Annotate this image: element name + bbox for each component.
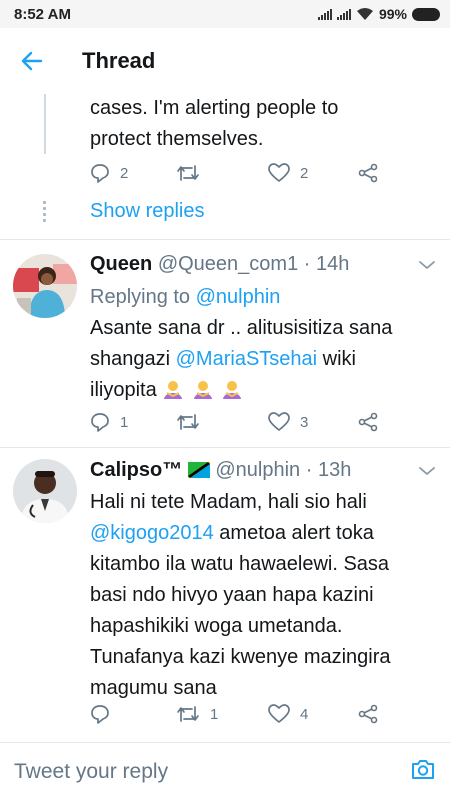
retweet-button[interactable]: 1 [176, 704, 218, 724]
reply-button[interactable]: 2 [90, 163, 128, 183]
tweet-text: Hali ni tete Madam, hali sio hali @kigog… [90, 487, 440, 704]
reply-bar [0, 742, 450, 800]
tweet-line: Tunafanya kazi kwenye mazingira [90, 646, 391, 668]
tweet-actions: 1 4 [90, 704, 390, 730]
wifi-icon [356, 8, 373, 20]
reply-input[interactable] [14, 759, 410, 784]
share-button[interactable] [358, 163, 378, 183]
tweet-line: protect themselves. [90, 128, 264, 150]
tweet-line: Hali ni tete Madam, hali sio hali [90, 491, 367, 513]
reply-icon [91, 705, 109, 724]
battery-text: 99% [378, 6, 407, 22]
tweet-time: · 13h [305, 459, 352, 481]
replying-mention[interactable]: @nulphin [196, 286, 281, 308]
tanzania-flag-icon [186, 461, 211, 479]
tweet-text-part: shangazi [90, 348, 176, 370]
user-handle[interactable]: @nulphin [215, 459, 300, 481]
retweet-count: 1 [210, 705, 219, 723]
avatar[interactable] [13, 459, 77, 523]
share-icon [358, 704, 378, 724]
camera-button[interactable] [410, 757, 436, 786]
tweet-menu-button[interactable] [418, 258, 436, 276]
retweet-button[interactable] [176, 163, 210, 183]
retweet-icon [177, 414, 199, 430]
share-button[interactable] [358, 704, 378, 724]
tweet-line: cases. I'm alerting people to [90, 97, 339, 119]
page-title: Thread [82, 48, 156, 73]
retweet-button[interactable] [176, 412, 210, 432]
display-name[interactable]: Calipso™ [90, 459, 182, 481]
divider [0, 447, 450, 448]
replying-to: Replying to @nulphin [90, 286, 280, 309]
signal-icon [317, 8, 332, 20]
tweet-line: basi ndo hivyo yaan hapa kazini [90, 584, 374, 606]
like-button[interactable]: 3 [268, 412, 308, 432]
heart-icon [268, 412, 290, 431]
emoji-icon [164, 381, 183, 399]
tweet-line: iliyopita [90, 375, 440, 406]
mention-link[interactable]: @MariaSTsehai [176, 348, 317, 370]
tweet-menu-button[interactable] [418, 464, 436, 482]
thread-connector [44, 94, 46, 154]
chevron-down-icon [419, 261, 435, 269]
emoji-icon [223, 381, 242, 399]
emoji-group [157, 379, 246, 401]
show-replies-link[interactable]: Show replies [90, 200, 205, 223]
like-count: 4 [300, 705, 309, 723]
tweet-line: Asante sana dr .. alitusisitiza sana [90, 317, 393, 339]
tweet-time: · 14h [303, 253, 350, 275]
thread-dots [43, 201, 46, 225]
status-icons: 99% [317, 6, 440, 22]
heart-icon [268, 163, 290, 182]
tweet-text-part: iliyopita [90, 379, 157, 401]
back-button[interactable] [0, 51, 64, 71]
reply-icon [91, 164, 109, 183]
share-icon [358, 163, 378, 183]
battery-icon [412, 7, 440, 21]
retweet-icon [177, 165, 199, 181]
back-arrow-icon [21, 51, 43, 71]
tweet-text: Asante sana dr .. alitusisitiza sana sha… [90, 313, 440, 406]
avatar[interactable] [13, 254, 77, 318]
reply-button[interactable]: 1 [90, 412, 128, 432]
replying-prefix: Replying to [90, 286, 191, 308]
reply-count: 2 [120, 164, 129, 182]
like-button[interactable]: 4 [268, 704, 308, 724]
display-name[interactable]: Queen [90, 253, 152, 275]
chevron-down-icon [419, 467, 435, 475]
divider [0, 239, 450, 240]
tweet-actions-top: 2 2 [90, 163, 390, 189]
avatar-image [13, 459, 77, 523]
like-count: 3 [300, 413, 309, 431]
signal-icon-2 [336, 8, 351, 20]
share-icon [358, 412, 378, 432]
camera-icon [412, 760, 434, 779]
mention-link[interactable]: @kigogo2014 [90, 522, 214, 544]
avatar-image [13, 254, 77, 318]
retweet-icon [177, 706, 199, 722]
like-button[interactable]: 2 [268, 163, 308, 183]
tweet-line: shangazi @MariaSTsehai wiki [90, 344, 440, 375]
user-handle[interactable]: @Queen_com1 [158, 253, 298, 275]
reply-count: 1 [120, 413, 129, 431]
tweet-line: hapashikiki woga umetanda. [90, 615, 343, 637]
status-bar: 8:52 AM 99% [0, 0, 450, 28]
tweet-header: Queen @Queen_com1 · 14h [90, 253, 349, 276]
tweet-text-top: cases. I'm alerting people to protect th… [90, 93, 440, 155]
share-button[interactable] [358, 412, 378, 432]
reply-button[interactable] [90, 704, 120, 724]
emoji-icon [193, 381, 212, 399]
status-time: 8:52 AM [14, 5, 71, 23]
tweet-text-part: wiki [317, 348, 356, 370]
tweet-line: @kigogo2014 ametoa alert toka [90, 518, 440, 549]
tweet-line: kitambo ila watu hawaelewi. Sasa [90, 553, 390, 575]
tweet-line: magumu sana [90, 677, 217, 699]
tweet-header: Calipso™ @nulphin · 13h [90, 459, 351, 482]
tweet-text-part: ametoa alert toka [213, 522, 374, 544]
like-count: 2 [300, 164, 309, 182]
tweet-actions: 1 3 [90, 412, 390, 438]
app-header: Thread [0, 28, 450, 94]
reply-icon [91, 413, 109, 432]
heart-icon [268, 704, 290, 723]
